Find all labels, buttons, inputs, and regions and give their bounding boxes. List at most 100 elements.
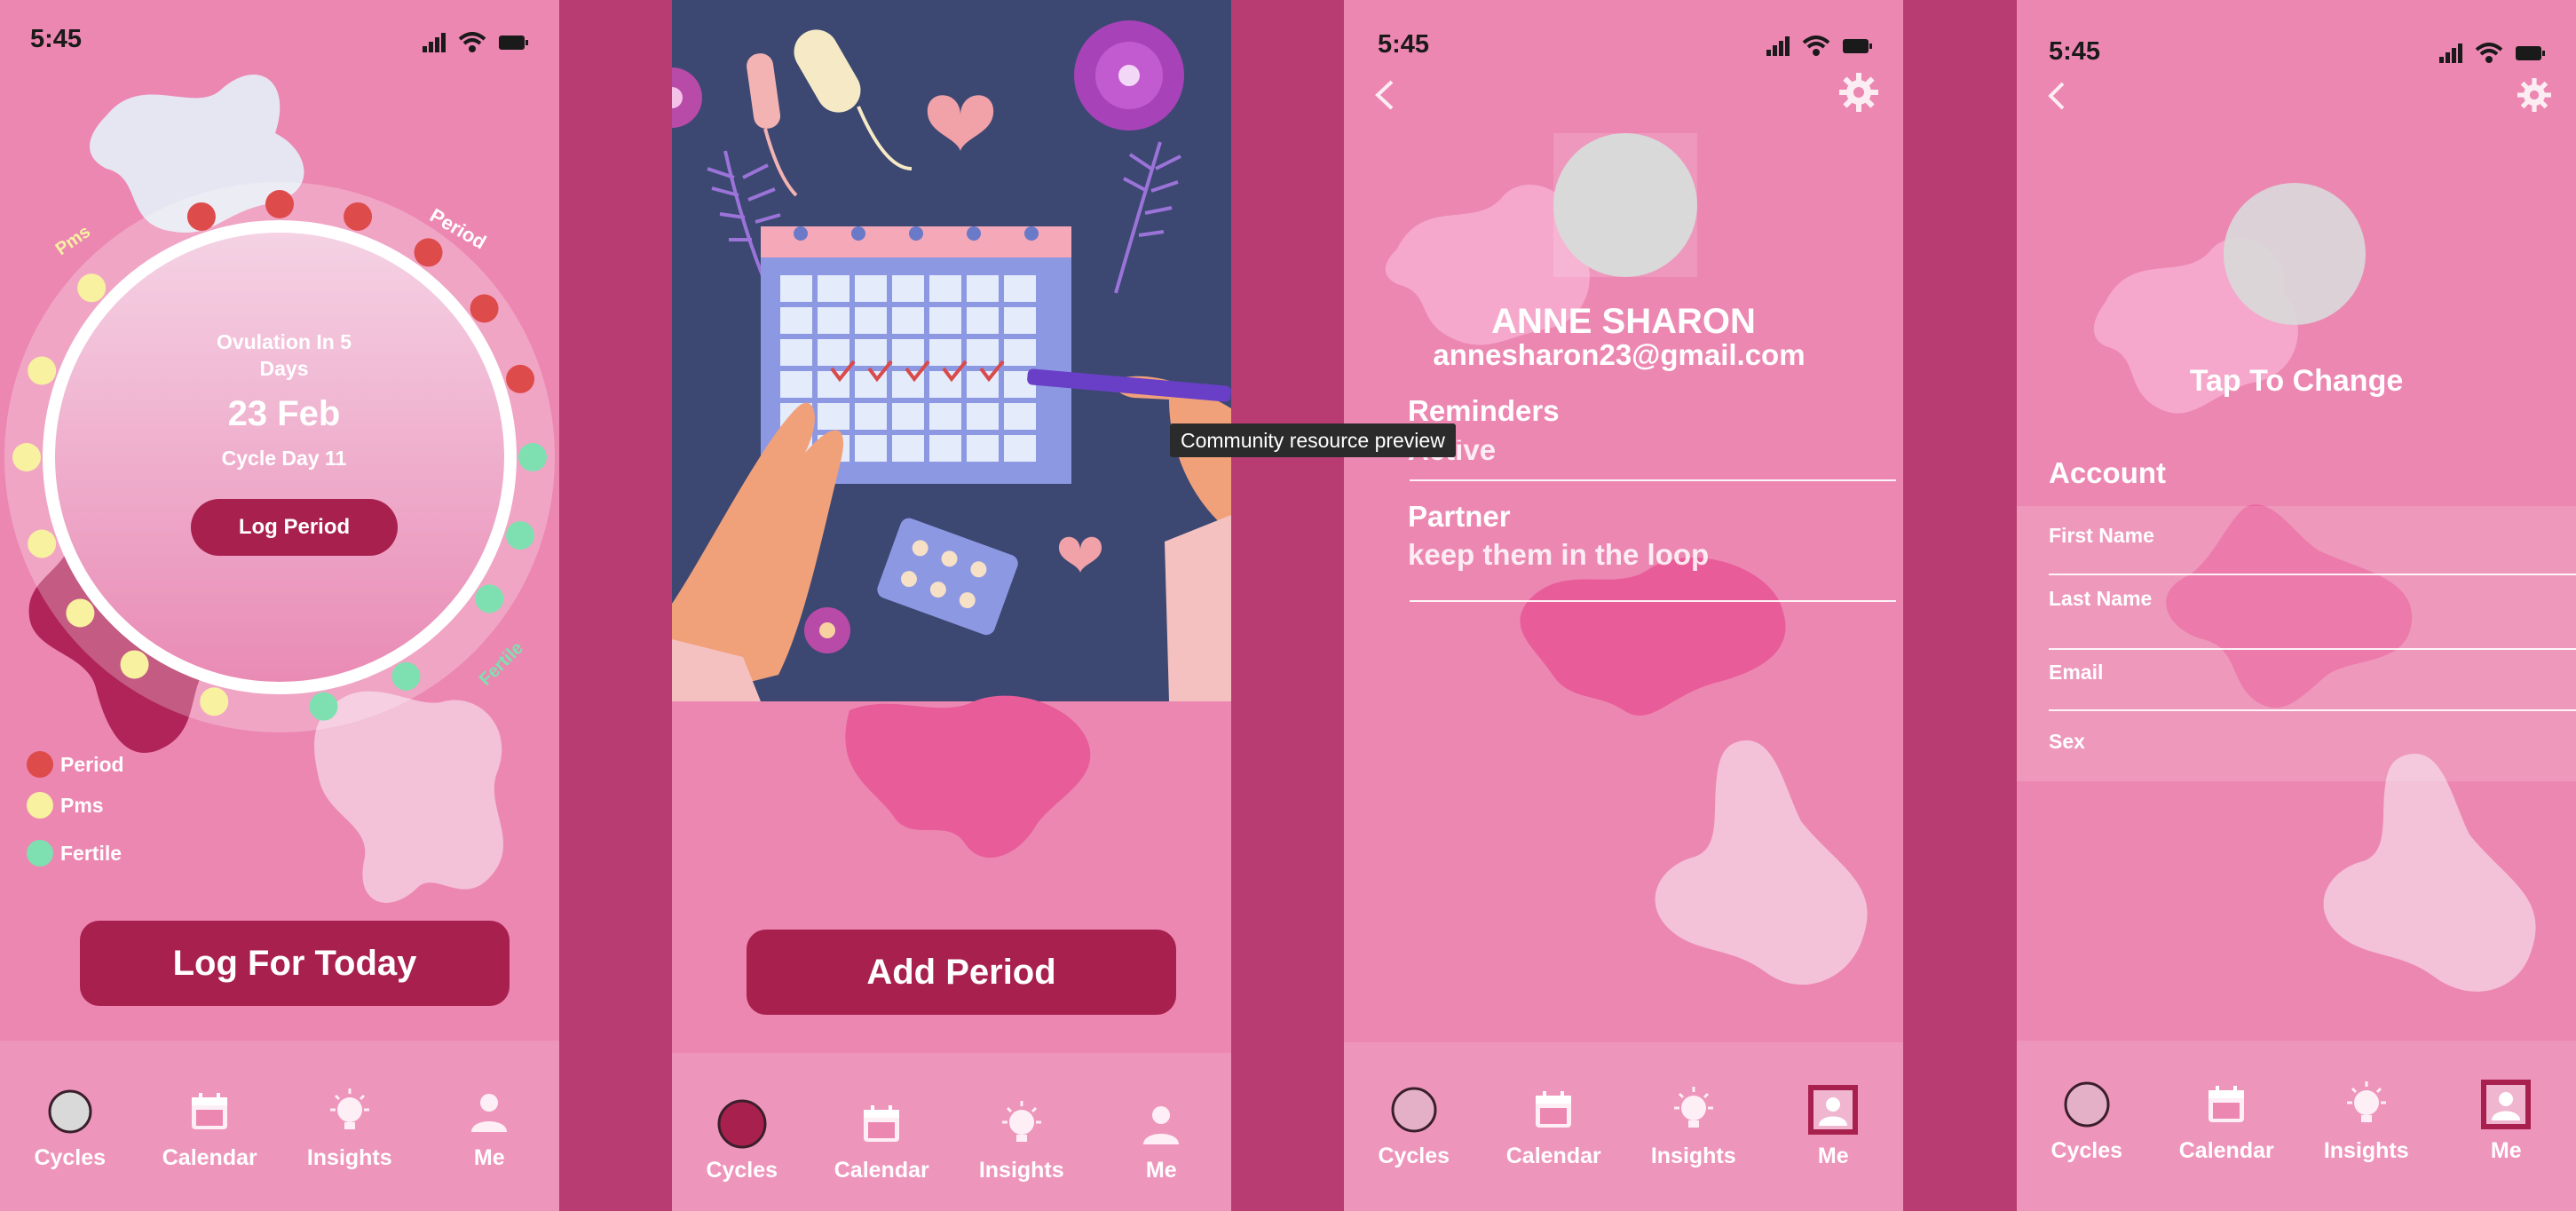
- lightbulb-icon: [323, 1085, 376, 1138]
- calendar-icon: [1527, 1083, 1580, 1136]
- cycle-day-dot: [66, 598, 95, 628]
- tab-label: Me: [2490, 1138, 2522, 1163]
- calendar-cell: [892, 435, 924, 462]
- tab-insights[interactable]: Insights: [2300, 1078, 2433, 1164]
- add-period-button[interactable]: Add Period: [747, 930, 1176, 1015]
- battery-icon: [2516, 46, 2545, 60]
- decorative-blob: [1520, 558, 1786, 716]
- cycle-day-dot: [506, 364, 535, 393]
- tab-calendar[interactable]: Calendar: [815, 1097, 948, 1183]
- signal-icon: [423, 33, 446, 52]
- wifi-icon: [1802, 36, 1830, 56]
- cycle-day-dot: [309, 692, 338, 721]
- tab-label: Insights: [306, 1145, 392, 1170]
- tab-insights[interactable]: Insights: [955, 1097, 1088, 1183]
- calendar-cell: [929, 339, 961, 366]
- cycle-day-dot: [28, 529, 57, 558]
- legend-item-fertile: Fertile: [27, 833, 124, 874]
- log-period-button[interactable]: Log Period: [191, 499, 398, 556]
- circle-icon: [1387, 1083, 1441, 1136]
- tab-cycles[interactable]: Cycles: [1347, 1083, 1481, 1169]
- calendar-cell: [1004, 435, 1036, 462]
- last-name-input[interactable]: [2049, 608, 2576, 633]
- tab-bar: Cycles Calendar Insights Me: [1344, 1042, 1903, 1211]
- email-input[interactable]: [2049, 679, 2576, 704]
- cycle-day-dot: [475, 584, 504, 613]
- legend-item-period: Period: [27, 744, 124, 785]
- decorative-blob: [1655, 740, 1868, 985]
- tab-insights[interactable]: Insights: [1627, 1083, 1760, 1169]
- tab-cycles[interactable]: Cycles: [4, 1085, 137, 1171]
- cycle-day-dot: [186, 202, 216, 231]
- calendar-cell: [892, 339, 924, 366]
- person-icon: [1134, 1097, 1188, 1151]
- calendar-cell: [780, 371, 812, 398]
- lightbulb-icon: [995, 1097, 1048, 1151]
- back-arrow-icon[interactable]: [2047, 82, 2066, 110]
- legend-label: Pms: [60, 793, 104, 817]
- calendar-cell: [892, 275, 924, 302]
- calendar-cell: [818, 307, 849, 334]
- circle-icon: [43, 1085, 97, 1138]
- decorative-blob: [845, 695, 1091, 859]
- tab-me[interactable]: Me: [2439, 1078, 2572, 1164]
- tab-me[interactable]: Me: [1094, 1097, 1228, 1183]
- status-time: 5:45: [2049, 37, 2101, 66]
- wifi-icon: [2475, 43, 2503, 63]
- gear-icon[interactable]: [2517, 78, 2551, 112]
- calendar-cell: [1004, 339, 1036, 366]
- avatar[interactable]: [2224, 183, 2366, 325]
- profile-screen: 5:45 ANNE SHARON annesharon23@gmail.com …: [1344, 0, 1903, 1211]
- edit-profile-screen: 5:45 Tap To Change Account First Name La…: [2017, 0, 2576, 1211]
- log-for-today-button[interactable]: Log For Today: [80, 921, 510, 1006]
- legend-label: Period: [60, 752, 124, 776]
- cycle-day: Cycle Day 11: [221, 447, 347, 470]
- period-dot-icon: [27, 751, 53, 778]
- tab-cycles[interactable]: Cycles: [676, 1097, 809, 1183]
- partner-title: Partner: [1408, 500, 1511, 533]
- tab-label: Insights: [2323, 1138, 2409, 1163]
- field-label: Last Name: [2049, 587, 2153, 610]
- tab-label: Cycles: [706, 1158, 778, 1183]
- calendar-cell: [929, 307, 961, 334]
- cycle-legend: Period Pms Fertile: [27, 744, 124, 874]
- circle-icon: [715, 1097, 769, 1151]
- avatar[interactable]: [1553, 133, 1697, 277]
- tab-bar: Cycles Calendar Insights Me: [2017, 1041, 2576, 1211]
- person-icon: [2479, 1078, 2533, 1131]
- tab-label: Cycles: [1378, 1144, 1450, 1168]
- gear-icon[interactable]: [1839, 73, 1878, 112]
- tab-label: Me: [1817, 1144, 1849, 1168]
- calendar-icon: [2200, 1078, 2253, 1131]
- tab-me[interactable]: Me: [1766, 1083, 1900, 1169]
- first-name-input[interactable]: [2049, 542, 2576, 566]
- ovulation-countdown: Ovulation In 5 Days: [216, 330, 352, 380]
- divider: [2049, 574, 2576, 575]
- divider: [2049, 648, 2576, 650]
- status-time: 5:45: [30, 25, 83, 53]
- person-icon: [462, 1085, 516, 1138]
- calendar-cell: [818, 275, 849, 302]
- sex-input[interactable]: [2049, 751, 2576, 776]
- cycle-day-dot: [120, 650, 149, 679]
- tab-cycles[interactable]: Cycles: [2020, 1078, 2153, 1164]
- calendar-cell: [967, 339, 999, 366]
- calendar-cell: [967, 307, 999, 334]
- tab-insights[interactable]: Insights: [283, 1085, 416, 1171]
- calendar-cell: [1004, 307, 1036, 334]
- account-section-title: Account: [2049, 456, 2166, 489]
- calendar-cell: [929, 435, 961, 462]
- tab-label: Insights: [1650, 1144, 1736, 1168]
- tab-calendar[interactable]: Calendar: [143, 1085, 276, 1171]
- tab-calendar[interactable]: Calendar: [1487, 1083, 1620, 1169]
- tap-to-change-button[interactable]: Tap To Change: [2017, 364, 2576, 399]
- tab-calendar[interactable]: Calendar: [2160, 1078, 2293, 1164]
- tab-me[interactable]: Me: [423, 1085, 556, 1171]
- calendar-cell: [892, 307, 924, 334]
- cycle-day-dot: [506, 521, 535, 550]
- field-label: Sex: [2049, 730, 2085, 753]
- cycle-summary: Ovulation In 5 Days 23 Feb Cycle Day 11: [107, 328, 462, 471]
- back-arrow-icon[interactable]: [1374, 80, 1395, 110]
- circle-icon: [2060, 1078, 2114, 1131]
- cycle-day-dot: [77, 273, 107, 303]
